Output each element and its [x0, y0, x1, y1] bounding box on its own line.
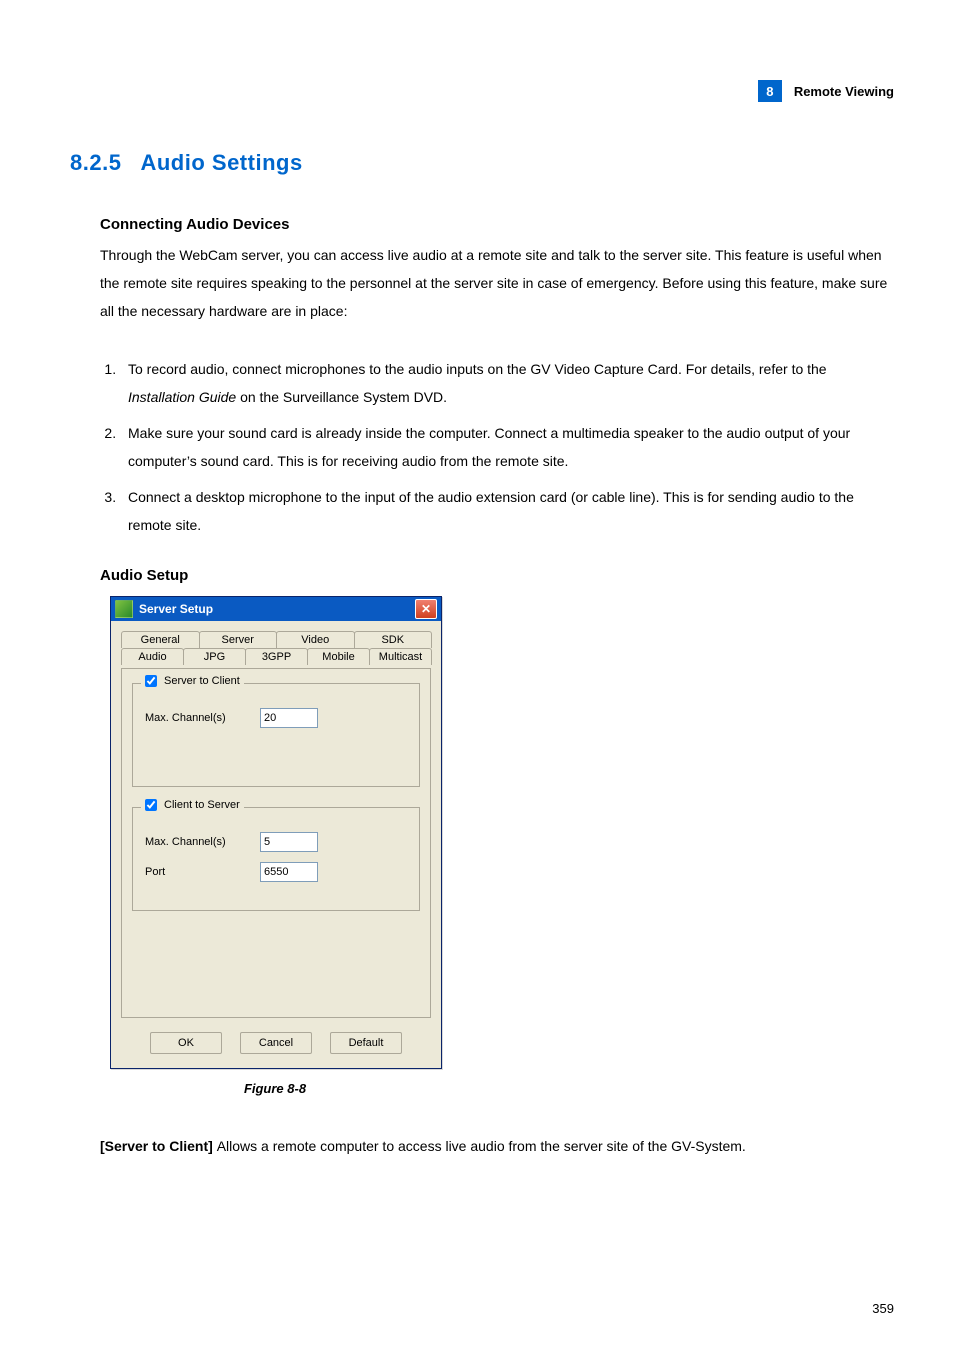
- default-button[interactable]: Default: [330, 1032, 402, 1054]
- server-setup-dialog: Server Setup ✕ General Server Video SDK …: [110, 596, 442, 1069]
- ok-button[interactable]: OK: [150, 1032, 222, 1054]
- connecting-heading: Connecting Audio Devices: [100, 216, 894, 233]
- server-to-client-checkbox[interactable]: [145, 675, 157, 687]
- chapter-title: Remote Viewing: [794, 84, 894, 99]
- cts-port-row: Port: [145, 862, 407, 882]
- server-to-client-legend: Server to Client: [141, 675, 244, 687]
- audio-setup-heading: Audio Setup: [100, 567, 894, 584]
- step-1-italic: Installation Guide: [128, 389, 236, 405]
- section-heading: 8.2.5 Audio Settings: [70, 150, 894, 176]
- page: 8 Remote Viewing 8.2.5 Audio Settings Co…: [0, 0, 954, 1350]
- step-2: Make sure your sound card is already ins…: [120, 419, 894, 475]
- dialog-title: Server Setup: [139, 602, 415, 616]
- steps-list: To record audio, connect microphones to …: [100, 355, 894, 539]
- chapter-number-badge: 8: [758, 80, 782, 102]
- dialog-body: General Server Video SDK Audio JPG 3GPP …: [111, 621, 441, 1068]
- tab-row-back: General Server Video SDK: [121, 631, 431, 648]
- tab-video[interactable]: Video: [276, 631, 355, 648]
- client-to-server-label: Client to Server: [164, 799, 240, 811]
- cts-port-input[interactable]: [260, 862, 318, 882]
- tab-multicast[interactable]: Multicast: [369, 648, 432, 665]
- close-button[interactable]: ✕: [415, 599, 437, 619]
- tab-sdk[interactable]: SDK: [354, 631, 433, 648]
- stc-max-label: Max. Channel(s): [145, 712, 240, 724]
- cts-max-input[interactable]: [260, 832, 318, 852]
- section-title: Audio Settings: [140, 150, 302, 175]
- dialog-titlebar[interactable]: Server Setup ✕: [111, 597, 441, 621]
- definition-text: Allows a remote computer to access live …: [217, 1138, 746, 1154]
- tab-server[interactable]: Server: [199, 631, 278, 648]
- connecting-paragraph: Through the WebCam server, you can acces…: [100, 241, 894, 325]
- step-3: Connect a desktop microphone to the inpu…: [120, 483, 894, 539]
- close-icon: ✕: [421, 602, 431, 616]
- step-1-text-b: on the Surveillance System DVD.: [236, 389, 447, 405]
- tab-jpg[interactable]: JPG: [183, 648, 246, 665]
- tab-audio[interactable]: Audio: [121, 648, 184, 665]
- app-icon: [115, 600, 133, 618]
- tab-3gpp[interactable]: 3GPP: [245, 648, 308, 665]
- step-1-text-a: To record audio, connect microphones to …: [128, 361, 827, 377]
- stc-max-row: Max. Channel(s): [145, 708, 407, 728]
- definition-paragraph: [Server to Client] Allows a remote compu…: [100, 1132, 894, 1160]
- tab-rows: General Server Video SDK Audio JPG 3GPP …: [121, 631, 431, 665]
- client-to-server-checkbox[interactable]: [145, 799, 157, 811]
- chapter-header: 8 Remote Viewing: [758, 80, 894, 102]
- dialog-button-row: OK Cancel Default: [121, 1032, 431, 1054]
- section-number: 8.2.5: [70, 150, 121, 175]
- definition-term: [Server to Client]: [100, 1138, 217, 1154]
- tab-row-front: Audio JPG 3GPP Mobile Multicast: [121, 648, 431, 665]
- cts-max-row: Max. Channel(s): [145, 832, 407, 852]
- client-to-server-group: Client to Server Max. Channel(s) Port: [132, 807, 420, 911]
- tab-general[interactable]: General: [121, 631, 200, 648]
- cts-max-label: Max. Channel(s): [145, 836, 240, 848]
- server-to-client-group: Server to Client Max. Channel(s): [132, 683, 420, 787]
- tab-panel-audio: Server to Client Max. Channel(s) Client …: [121, 668, 431, 1018]
- step-1: To record audio, connect microphones to …: [120, 355, 894, 411]
- page-number: 359: [872, 1301, 894, 1316]
- tab-mobile[interactable]: Mobile: [307, 648, 370, 665]
- server-to-client-label: Server to Client: [164, 675, 240, 687]
- figure-caption: Figure 8-8: [110, 1081, 440, 1096]
- cts-port-label: Port: [145, 866, 240, 878]
- cancel-button[interactable]: Cancel: [240, 1032, 312, 1054]
- client-to-server-legend: Client to Server: [141, 799, 244, 811]
- stc-max-input[interactable]: [260, 708, 318, 728]
